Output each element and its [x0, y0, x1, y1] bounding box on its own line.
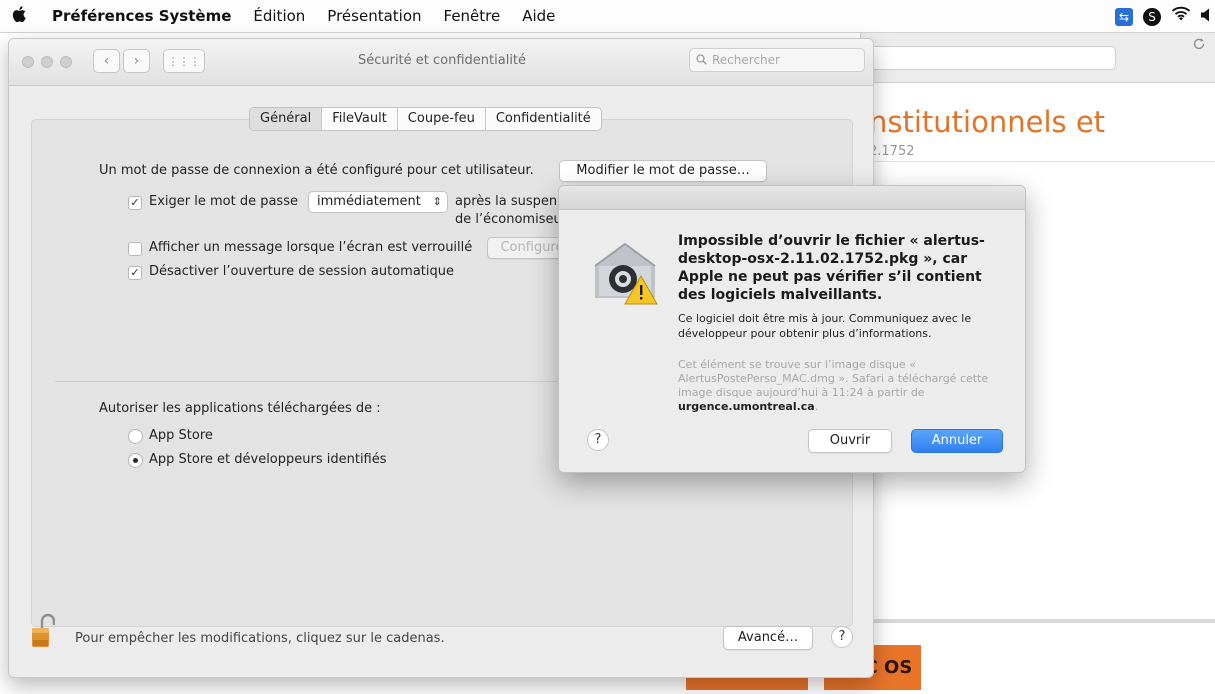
require-delay-select[interactable]: immédiatement ⇕	[308, 191, 448, 213]
radio-app-store-identified[interactable]	[128, 453, 143, 468]
disable-autologin-checkbox[interactable]: ✓	[128, 266, 142, 280]
page-heading: nstitutionnels et	[869, 105, 1106, 139]
tab-bar: Général FileVault Coupe-feu Confidential…	[249, 107, 602, 131]
tab-filevault[interactable]: FileVault	[321, 108, 397, 130]
dialog-heading: Impossible d’ouvrir le fichier « alertus…	[678, 233, 985, 303]
menu-bar: Préférences Système Édition Présentation…	[0, 0, 1215, 33]
apple-icon[interactable]	[12, 5, 32, 28]
change-password-button[interactable]: Modifier le mot de passe…	[559, 160, 767, 182]
dialog-message: Ce logiciel doit être mis à jour. Commun…	[678, 312, 972, 340]
require-delay-value: immédiatement	[317, 194, 421, 209]
menu-edition[interactable]: Édition	[253, 7, 305, 25]
address-field[interactable]	[861, 46, 1116, 70]
browser-toolbar	[861, 33, 1215, 83]
radio-app-store-identified-label: App Store et développeurs identifiés	[149, 452, 387, 467]
menu-help[interactable]: Aide	[522, 7, 555, 25]
page-version-text: 2.1752	[869, 144, 915, 159]
require-after-text: après la suspen	[455, 194, 558, 209]
search-icon	[696, 49, 707, 72]
tab-privacy[interactable]: Confidentialité	[484, 108, 601, 130]
dialog-source-suffix: .	[814, 400, 819, 413]
menu-window[interactable]: Fenêtre	[444, 7, 501, 25]
menu-presentation[interactable]: Présentation	[327, 7, 421, 25]
dialog-source-info: Cet élément se trouve sur l’image disque…	[678, 358, 998, 414]
status-area: ⇆ S	[1115, 0, 1215, 33]
gatekeeper-alert-dialog: Impossible d’ouvrir le fichier « alertus…	[558, 185, 1026, 473]
disable-autologin-label: Désactiver l’ouverture de session automa…	[149, 264, 454, 279]
volume-icon[interactable]	[1201, 8, 1211, 26]
lock-instruction-text: Pour empêcher les modifications, cliquez…	[75, 631, 445, 646]
open-button[interactable]: Ouvrir	[808, 429, 892, 453]
allow-apps-label: Autoriser les applications téléchargées …	[99, 401, 381, 416]
search-input[interactable]: Rechercher	[689, 48, 865, 72]
help-button[interactable]: ?	[831, 626, 853, 648]
window-titlebar: ‹ › ⋮⋮⋮ Sécurité et confidentialité Rech…	[9, 39, 873, 86]
lock-icon[interactable]	[31, 613, 56, 649]
dialog-source-text: Cet élément se trouve sur l’image disque…	[678, 358, 989, 399]
advanced-button[interactable]: Avancé…	[723, 626, 813, 650]
updown-arrows-icon: ⇕	[432, 195, 442, 208]
cancel-button[interactable]: Annuler	[911, 429, 1003, 453]
search-placeholder: Rechercher	[712, 53, 780, 67]
password-status-text: Un mot de passe de connexion a été confi…	[99, 163, 534, 178]
radio-app-store[interactable]	[128, 429, 143, 444]
page-divider	[861, 161, 1215, 162]
require-after-text-2: de l’économiseu	[455, 212, 562, 227]
require-password-label: Exiger le mot de passe	[149, 194, 298, 209]
show-lock-message-checkbox[interactable]	[128, 242, 142, 256]
show-lock-message-label: Afficher un message lorsque l’écran est …	[149, 240, 473, 255]
radio-app-store-label: App Store	[149, 428, 213, 443]
tab-firewall[interactable]: Coupe-feu	[396, 108, 485, 130]
page-bottom-border	[861, 619, 1215, 623]
dialog-titlebar	[559, 186, 1025, 210]
reload-icon[interactable]	[1192, 37, 1206, 55]
menu-app-name[interactable]: Préférences Système	[52, 7, 231, 25]
require-password-checkbox[interactable]: ✓	[128, 196, 142, 210]
teamviewer-icon[interactable]: ⇆	[1115, 7, 1133, 26]
wifi-icon[interactable]	[1171, 6, 1191, 27]
gatekeeper-warning-icon	[589, 236, 661, 308]
dialog-source-domain: urgence.umontreal.ca	[678, 400, 815, 413]
tab-general[interactable]: Général	[250, 108, 322, 130]
skype-icon[interactable]: S	[1143, 7, 1161, 26]
dialog-help-button[interactable]: ?	[587, 429, 609, 451]
